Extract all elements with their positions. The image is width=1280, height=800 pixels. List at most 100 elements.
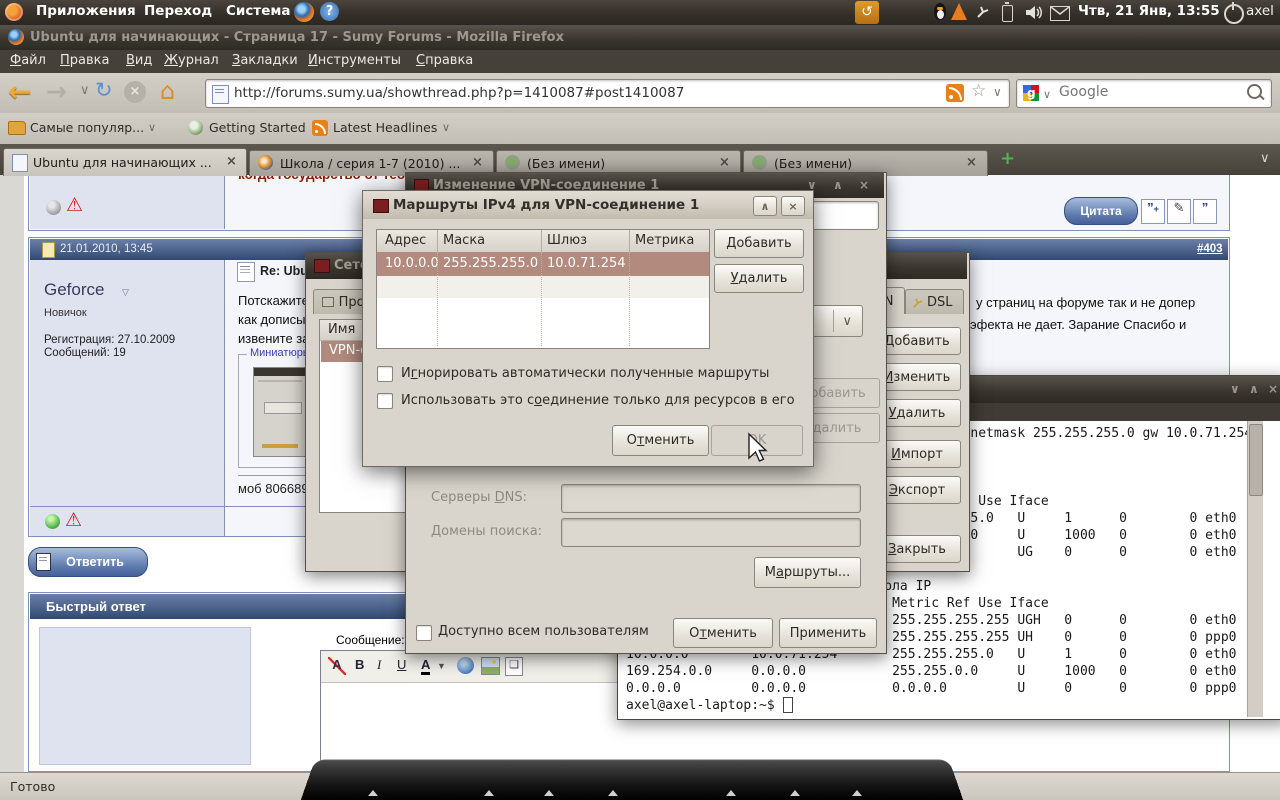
- ubuntu-logo-icon[interactable]: [5, 3, 23, 21]
- insert-quote-icon[interactable]: ❏: [505, 657, 523, 676]
- new-tab-button[interactable]: +: [1000, 148, 1015, 169]
- routesdlg-titlebar[interactable]: Маршруты IPv4 для VPN-соединение 1 ∧ ×: [363, 191, 813, 219]
- insert-image-icon[interactable]: [481, 657, 500, 675]
- search-box[interactable]: g ∨: [1016, 79, 1272, 108]
- forward-button[interactable]: →: [46, 77, 67, 106]
- url-text[interactable]: http://forums.sumy.ua/showthread.php?p=1…: [234, 85, 684, 101]
- routes-cancel-button[interactable]: Отменить: [612, 425, 709, 456]
- menu-view[interactable]: Вид: [118, 50, 160, 71]
- thumbnail-image[interactable]: [253, 367, 307, 457]
- clock[interactable]: Чтв, 21 Янв, 13:55: [1078, 3, 1220, 19]
- font-color-icon[interactable]: A: [421, 657, 430, 675]
- route-delete-button[interactable]: Удалить: [714, 264, 804, 293]
- remove-format-icon[interactable]: A: [328, 657, 346, 675]
- reload-button[interactable]: ↻: [95, 78, 113, 102]
- menu-history[interactable]: Журнал: [156, 50, 227, 71]
- col-mask[interactable]: Маска: [443, 233, 485, 248]
- menu-help[interactable]: Справка: [408, 50, 481, 71]
- col-address[interactable]: Адрес: [385, 233, 426, 248]
- editdlg-close-icon[interactable]: ×: [859, 179, 869, 191]
- route-row-selected[interactable]: 10.0.0.0 255.255.255.0 10.0.71.254: [377, 252, 709, 276]
- power-icon[interactable]: [1224, 4, 1244, 24]
- report-warning-icon[interactable]: ⚠: [66, 194, 83, 217]
- vlc-cone-icon[interactable]: [951, 3, 967, 20]
- quickquote-button-icon[interactable]: ”: [1193, 199, 1217, 224]
- underline-icon[interactable]: U: [397, 657, 406, 672]
- col-gateway[interactable]: Шлюз: [547, 233, 587, 248]
- col-metric[interactable]: Метрика: [635, 233, 694, 248]
- terminal-close-icon[interactable]: ×: [1268, 383, 1278, 395]
- url-bar[interactable]: http://forums.sumy.ua/showthread.php?p=1…: [205, 79, 1010, 108]
- update-notifier-icon[interactable]: ↺: [855, 1, 879, 24]
- routesdlg-maximize-icon[interactable]: ∧: [753, 196, 777, 216]
- tab3-close-icon[interactable]: ×: [719, 155, 730, 170]
- bookmark-popular[interactable]: Самые популяр...: [30, 120, 144, 135]
- username-chevron-icon[interactable]: ▽: [122, 287, 129, 298]
- menu-edit[interactable]: Правка: [52, 50, 117, 71]
- user-menu[interactable]: axel: [1246, 3, 1274, 19]
- help-launcher-icon[interactable]: ?: [320, 2, 339, 21]
- back-button[interactable]: ←: [8, 75, 31, 108]
- bookmark-latest-headlines[interactable]: Latest Headlines: [333, 120, 437, 135]
- insert-link-icon[interactable]: [457, 657, 474, 674]
- firefox-titlebar[interactable]: Ubuntu для начинающих - Страница 17 - Su…: [0, 25, 1280, 50]
- menu-system[interactable]: Система: [220, 0, 297, 22]
- italic-icon[interactable]: I: [377, 657, 381, 673]
- domains-entry[interactable]: [561, 518, 861, 547]
- editdlg-maximize-icon[interactable]: ∧: [833, 179, 843, 191]
- edit-cancel-button[interactable]: Отменить: [673, 618, 773, 648]
- reply-button[interactable]: Ответить: [28, 547, 148, 577]
- route-row-empty[interactable]: [377, 276, 709, 298]
- font-color-chevron-icon[interactable]: ▼: [437, 661, 446, 671]
- latest-headlines-chevron-icon[interactable]: ∨: [442, 121, 450, 134]
- quote-button[interactable]: Цитата: [1064, 197, 1138, 225]
- bookmark-star-icon[interactable]: ☆: [971, 81, 986, 101]
- search-input[interactable]: [1057, 83, 1241, 101]
- routesdlg-close-icon[interactable]: ×: [781, 196, 805, 216]
- search-magnifier-icon[interactable]: [1247, 84, 1262, 99]
- tab4-close-icon[interactable]: ×: [966, 155, 977, 170]
- route-add-button[interactable]: Добавить: [714, 229, 804, 258]
- menu-file[interactable]: Файл: [2, 50, 54, 71]
- mail-icon[interactable]: [1050, 6, 1070, 21]
- dns-entry[interactable]: [561, 484, 861, 513]
- tab2-close-icon[interactable]: ×: [472, 155, 483, 170]
- volume-icon[interactable]: [1024, 4, 1044, 25]
- menu-places[interactable]: Переход: [138, 0, 218, 22]
- connector-icon[interactable]: [975, 4, 991, 24]
- url-dropdown-chevron-icon[interactable]: ∨: [993, 85, 1002, 99]
- edit-apply-button[interactable]: Применить: [779, 618, 877, 648]
- post-username[interactable]: Geforce: [44, 280, 104, 300]
- routes-open-button[interactable]: Маршруты...: [754, 557, 861, 588]
- terminal-minimize-icon[interactable]: ∨: [1230, 383, 1240, 395]
- battery-icon[interactable]: [1002, 5, 1013, 22]
- home-button[interactable]: ⌂: [160, 77, 175, 105]
- ignore-auto-checkbox[interactable]: [377, 366, 393, 382]
- search-engine-chevron-icon[interactable]: ∨: [1043, 88, 1051, 101]
- tab-ubuntu-thread[interactable]: Ubuntu для начинающих ... ×: [3, 148, 247, 176]
- quickedit-button-icon[interactable]: ✎: [1167, 199, 1191, 224]
- tab-list-chevron-icon[interactable]: ∨: [1260, 151, 1270, 166]
- all-users-checkbox[interactable]: [416, 625, 432, 641]
- menu-tools[interactable]: Инструменты: [300, 50, 409, 71]
- tab-dsl[interactable]: DSL: [905, 289, 964, 314]
- bookmark-getting-started[interactable]: Getting Started: [209, 120, 306, 135]
- tab1-close-icon[interactable]: ×: [226, 154, 237, 169]
- report-post-icon[interactable]: ⚠: [65, 509, 82, 532]
- bold-icon[interactable]: B: [355, 657, 364, 672]
- multiquote-button-icon[interactable]: ”+: [1141, 199, 1165, 224]
- terminal-scrollbar-thumb[interactable]: [1249, 424, 1263, 496]
- menu-bookmarks[interactable]: Закладки: [224, 50, 306, 71]
- only-resources-checkbox[interactable]: [377, 393, 393, 409]
- rss-icon[interactable]: [946, 84, 964, 102]
- post-number-link[interactable]: #403: [1197, 243, 1223, 255]
- back-history-chevron-icon[interactable]: ∨: [80, 83, 90, 98]
- stop-button[interactable]: ×: [124, 81, 146, 103]
- net-delete-label: Удалить: [889, 406, 946, 421]
- menu-applications[interactable]: Приложения: [30, 0, 142, 22]
- tux-icon[interactable]: [932, 3, 948, 21]
- terminal-scrollbar[interactable]: [1247, 421, 1263, 717]
- terminal-maximize-icon[interactable]: ∧: [1249, 383, 1259, 395]
- firefox-launcher-icon[interactable]: [294, 2, 314, 22]
- bookmark-popular-chevron-icon[interactable]: ∨: [148, 121, 156, 134]
